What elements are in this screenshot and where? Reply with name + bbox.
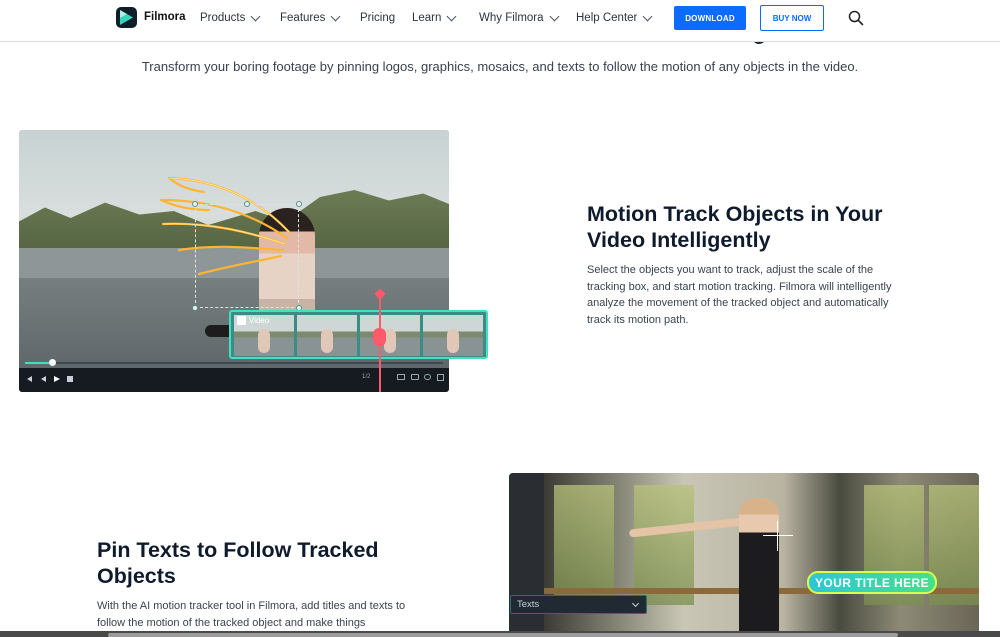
section-heading-pin-texts: Pin Texts to Follow Tracked Objects	[97, 538, 379, 588]
top-navbar: Filmora Products Features Pricing Learn …	[0, 0, 1000, 42]
tracking-handle[interactable]	[192, 201, 198, 207]
tracking-crosshair[interactable]	[763, 535, 793, 536]
tracking-box[interactable]	[195, 204, 299, 308]
section-body-pin-texts: With the AI motion tracker tool in Filmo…	[97, 600, 406, 629]
nav-item-why-filmora[interactable]: Why Filmora	[479, 11, 559, 24]
hero-subtitle: Transform your boring footage by pinning…	[141, 59, 859, 74]
nav-item-products[interactable]: Products	[200, 11, 261, 24]
tracking-handle[interactable]	[296, 201, 302, 207]
video-clip-icon	[237, 316, 246, 325]
step-back-icon[interactable]	[41, 376, 47, 382]
clip-thumbnail	[423, 315, 483, 356]
dropdown-value: Texts	[517, 599, 540, 610]
section-body-motion-track: Select the objects you want to track, ad…	[587, 264, 892, 326]
download-button[interactable]: DOWNLOAD	[674, 6, 746, 30]
nav-item-learn[interactable]: Learn	[412, 11, 457, 24]
nav-item-label: Learn	[412, 12, 442, 24]
nav-item-label: Features	[280, 12, 326, 24]
scissors-icon[interactable]	[373, 328, 386, 346]
player-controls: 1/2 00:00:18:05	[19, 354, 449, 392]
texts-dropdown[interactable]: Texts	[510, 595, 647, 614]
stop-icon[interactable]	[67, 376, 73, 382]
nav-item-pricing[interactable]: Pricing	[360, 12, 395, 24]
tracking-crosshair[interactable]	[777, 521, 778, 551]
window-bottom-edge	[0, 631, 1000, 637]
clip-thumbnail	[297, 315, 357, 356]
clip-thumbnail	[360, 315, 420, 356]
chevron-down-icon	[330, 11, 341, 21]
studio-window	[554, 485, 614, 605]
audio-icon[interactable]	[424, 374, 431, 380]
chevron-down-icon	[446, 11, 457, 21]
studio-window	[929, 485, 979, 605]
filmora-logo-icon[interactable]	[116, 7, 137, 28]
player-page: 1/2	[362, 374, 371, 380]
chevron-down-icon	[250, 11, 261, 21]
title-overlay[interactable]: YOUR TITLE HERE	[807, 571, 937, 594]
chevron-down-icon	[642, 11, 653, 21]
play-icon[interactable]	[54, 376, 60, 382]
clip-label-text: Video	[249, 316, 270, 325]
progress-knob[interactable]	[49, 359, 56, 366]
section-heading-motion-track: Motion Track Objects in Your Video Intel…	[587, 202, 883, 252]
buy-now-button[interactable]: BUY NOW	[760, 5, 824, 31]
nav-item-help-center[interactable]: Help Center	[576, 11, 653, 24]
tracking-handle[interactable]	[244, 201, 250, 207]
nav-item-label: Help Center	[576, 12, 638, 24]
search-icon[interactable]	[848, 10, 864, 26]
nav-item-features[interactable]: Features	[280, 11, 341, 24]
snapshot-icon[interactable]	[411, 374, 419, 380]
nav-item-label: Why Filmora	[479, 12, 544, 24]
brand-name[interactable]: Filmora	[144, 11, 186, 23]
chevron-down-icon	[631, 599, 640, 607]
clip-label: Video	[237, 316, 269, 325]
video-timeline-clip[interactable]: Video	[229, 310, 488, 359]
studio-window	[634, 485, 694, 605]
chevron-down-icon	[549, 11, 559, 21]
dancer-figure	[739, 498, 779, 637]
prev-frame-icon[interactable]	[26, 376, 32, 382]
nav-item-label: Pricing	[360, 12, 396, 24]
fullscreen-icon[interactable]	[437, 374, 444, 381]
tracking-handle[interactable]	[192, 305, 198, 311]
monitor-icon[interactable]	[397, 374, 405, 380]
nav-item-label: Products	[200, 12, 246, 24]
